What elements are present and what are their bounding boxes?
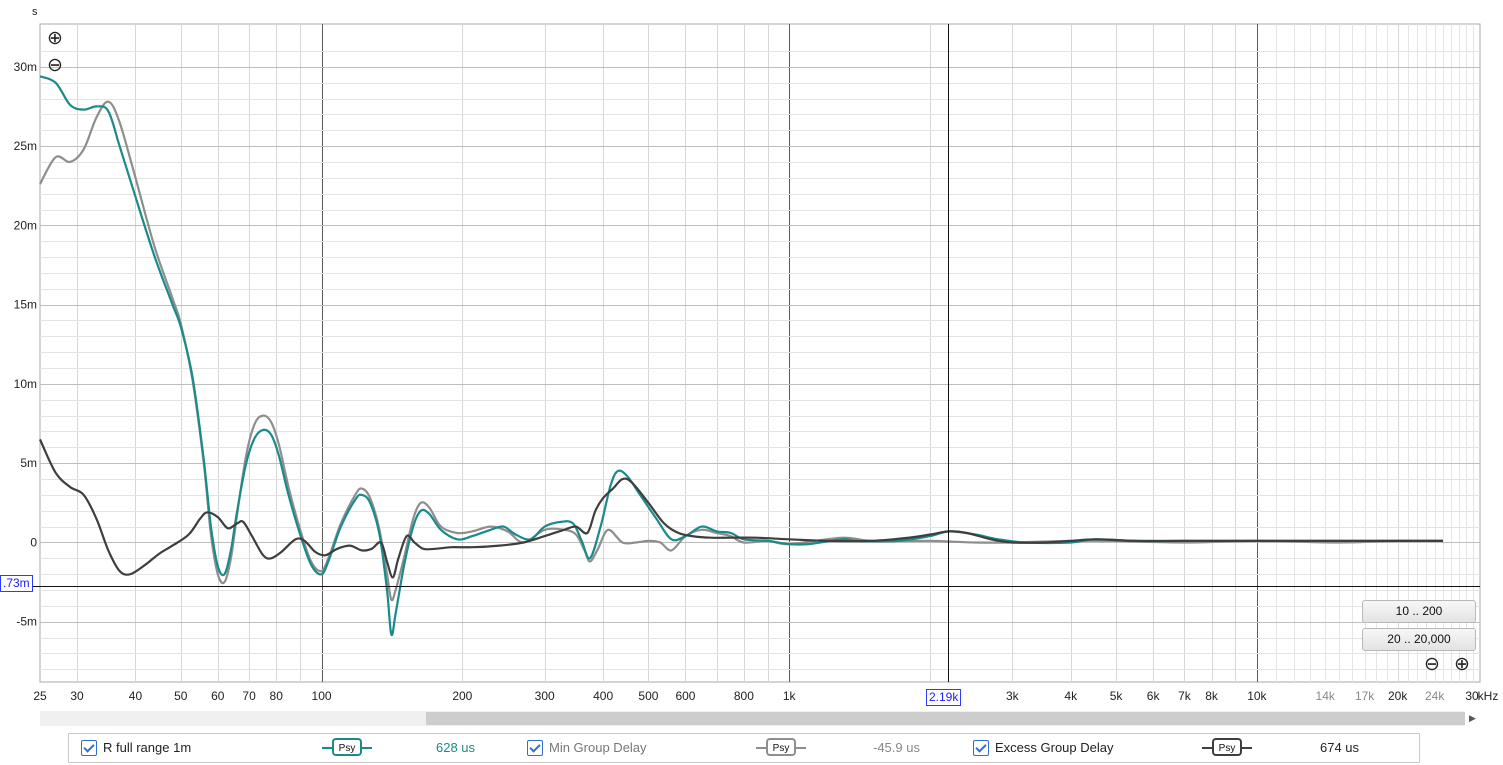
x-tick-label: 800 xyxy=(734,689,754,703)
legend-checkbox[interactable] xyxy=(81,740,97,756)
x-tick-label: 50 xyxy=(174,689,188,703)
x-tick-label: 14k xyxy=(1316,689,1336,703)
x-tick-label: 8k xyxy=(1205,689,1219,703)
legend-psy-badge[interactable]: Psy xyxy=(1212,738,1242,756)
x-tick-label: 100 xyxy=(312,689,332,703)
legend-psy-badge[interactable]: Psy xyxy=(332,738,362,756)
y-tick-label: -5m xyxy=(16,615,37,629)
y-tick-label: 5m xyxy=(20,456,37,470)
x-tick-label: 80 xyxy=(270,689,284,703)
x-tick-label: 60 xyxy=(211,689,225,703)
legend-series-value: -45.9 us xyxy=(873,740,920,755)
legend-checkbox[interactable] xyxy=(527,740,543,756)
y-zoom-out-icon[interactable]: ⊖ xyxy=(45,56,65,77)
y-tick-label: 20m xyxy=(14,218,37,232)
legend-psy-badge[interactable]: Psy xyxy=(766,738,796,756)
x-zoom-out-icon[interactable]: ⊖ xyxy=(1422,655,1442,676)
x-tick-label: 600 xyxy=(675,689,695,703)
legend-series-name: Min Group Delay xyxy=(549,740,647,755)
range-20-20000-button[interactable]: 20 .. 20,000 xyxy=(1362,628,1476,651)
x-tick-label: 3k xyxy=(1006,689,1020,703)
x-tick-label: 70 xyxy=(242,689,256,703)
x-tick-label: 6k xyxy=(1147,689,1161,703)
x-tick-label: 4k xyxy=(1064,689,1078,703)
scroll-right-icon[interactable]: ▶ xyxy=(1465,711,1480,726)
x-tick-label: 1k xyxy=(783,689,797,703)
x-tick-label: 20k xyxy=(1388,689,1408,703)
y-tick-label: 15m xyxy=(14,298,37,312)
y-axis-unit-label: s xyxy=(32,6,38,18)
x-tick-label: 17k xyxy=(1355,689,1375,703)
legend-checkbox[interactable] xyxy=(973,740,989,756)
x-tick-label: 25 xyxy=(33,689,47,703)
cursor-y-readout: .73m xyxy=(0,575,33,592)
legend-series-name: R full range 1m xyxy=(103,740,192,755)
range-10-200-button[interactable]: 10 .. 200 xyxy=(1362,600,1476,623)
y-tick-label: 30m xyxy=(14,60,37,74)
y-zoom-in-icon[interactable]: ⊕ xyxy=(45,29,65,50)
x-tick-label: 24k xyxy=(1425,689,1445,703)
group-delay-chart[interactable]: 30m 25m 20m 15m 10m 5m 0 -5m s 25 30 40 50 60 70 80 100 2… xyxy=(0,0,1503,710)
x-zoom-in-icon[interactable]: ⊕ xyxy=(1452,655,1472,676)
legend-bar: R full range 1m Psy 628 us Min Group Del… xyxy=(68,733,1420,763)
x-tick-label: 300 xyxy=(535,689,555,703)
x-tick-label: 500 xyxy=(638,689,658,703)
x-tick-label: 400 xyxy=(593,689,613,703)
x-tick-label: 200 xyxy=(452,689,472,703)
cursor-x-readout: 2.19k xyxy=(926,689,962,706)
x-tick-label: 30 xyxy=(70,689,84,703)
legend-series-value: 628 us xyxy=(436,740,476,755)
y-tick-label: 10m xyxy=(14,377,37,391)
y-tick-label: 0 xyxy=(30,535,37,549)
scrollbar-thumb[interactable] xyxy=(426,712,1465,725)
horizontal-scrollbar[interactable] xyxy=(40,711,1465,726)
x-tick-label: 7k xyxy=(1178,689,1192,703)
x-axis-unit-label: kHz xyxy=(1478,689,1499,703)
legend-series-value: 674 us xyxy=(1320,740,1360,755)
y-tick-label: 25m xyxy=(14,139,37,153)
legend-series-name: Excess Group Delay xyxy=(995,740,1114,755)
x-tick-label: 10k xyxy=(1247,689,1267,703)
x-tick-label: 5k xyxy=(1110,689,1124,703)
x-tick-label: 40 xyxy=(129,689,143,703)
